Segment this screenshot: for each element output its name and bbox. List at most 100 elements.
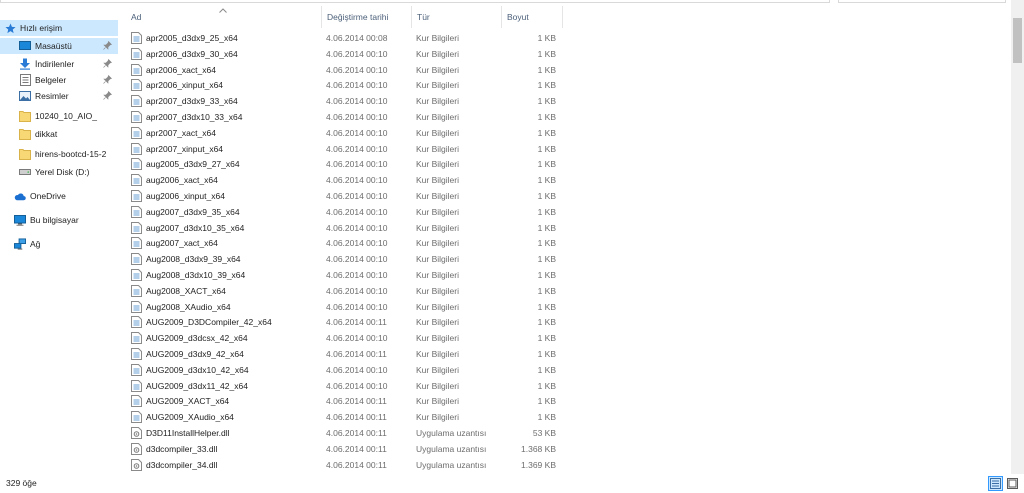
- large-icons-view-icon: [1007, 478, 1018, 489]
- file-size: 1 KB: [537, 301, 556, 312]
- file-name: aug2007_xact_x64: [146, 238, 218, 249]
- file-row[interactable]: AUG2009_XAudio_x64 4.06.2014 00:11 Kur Bil…: [128, 409, 1008, 425]
- nav-item-folder-10240[interactable]: 10240_10_AIO_: [0, 108, 118, 124]
- file-row[interactable]: aug2007_d3dx10_35_x64 4.06.2014 00:10 Kur …: [128, 220, 1008, 236]
- address-bar[interactable]: [0, 0, 830, 3]
- search-box[interactable]: [838, 0, 1006, 3]
- vertical-scrollbar[interactable]: [1011, 0, 1024, 474]
- file-size: 1 KB: [537, 364, 556, 375]
- setup-info-file-icon: [131, 395, 142, 408]
- nav-item-downloads[interactable]: İndirilenler: [0, 56, 118, 72]
- file-row[interactable]: AUG2009_d3dx11_42_x64 4.06.2014 00:10 Kur …: [128, 378, 1008, 394]
- file-type: Kur Bilgileri: [416, 112, 459, 122]
- file-date: 4.06.2014 00:11: [326, 396, 387, 407]
- nav-quick-access[interactable]: Hızlı erişim: [0, 20, 118, 36]
- file-row[interactable]: d3dcompiler_33.dll 4.06.2014 00:11 Uygulam…: [128, 441, 1008, 457]
- pin-icon[interactable]: [103, 40, 113, 50]
- column-header-size[interactable]: Boyut: [502, 6, 562, 28]
- file-row[interactable]: Aug2008_XAudio_x64 4.06.2014 00:10 Kur Bil…: [128, 299, 1008, 315]
- file-row[interactable]: AUG2009_d3dx10_42_x64 4.06.2014 00:10 Kur …: [128, 362, 1008, 378]
- file-size: 1 KB: [537, 80, 556, 91]
- file-row[interactable]: d3dcompiler_34.dll 4.06.2014 00:11 Uygulam…: [128, 457, 1008, 473]
- file-row[interactable]: AUG2009_XACT_x64 4.06.2014 00:11 Kur Bilgi…: [128, 393, 1008, 409]
- status-bar: 329 öğe: [0, 474, 1024, 493]
- file-type: Kur Bilgileri: [416, 349, 459, 359]
- file-row[interactable]: apr2007_d3dx10_33_x64 4.06.2014 00:10 Kur …: [128, 109, 1008, 125]
- nav-this-pc[interactable]: Bu bilgisayar: [0, 212, 118, 228]
- column-header-type[interactable]: Tür: [412, 6, 502, 28]
- file-row[interactable]: apr2007_d3dx9_33_x64 4.06.2014 00:10 Kur B…: [128, 93, 1008, 109]
- nav-item-documents[interactable]: Belgeler: [0, 72, 118, 88]
- scrollbar-thumb[interactable]: [1013, 18, 1022, 63]
- file-row[interactable]: AUG2009_d3dcsx_42_x64 4.06.2014 00:10 Kur …: [128, 330, 1008, 346]
- pin-icon[interactable]: [103, 58, 113, 68]
- nav-item-desktop[interactable]: Masaüstü: [0, 38, 118, 54]
- file-size: 1 KB: [537, 143, 556, 154]
- file-date: 4.06.2014 00:11: [326, 349, 387, 359]
- file-date: 4.06.2014 00:10: [326, 254, 388, 265]
- file-name: AUG2009_d3dx11_42_x64: [146, 380, 248, 391]
- file-row[interactable]: Aug2008_d3dx9_39_x64 4.06.2014 00:10 Kur B…: [128, 251, 1008, 267]
- nav-item-label: hirens-bootcd-15-2: [35, 149, 107, 159]
- file-list: apr2005_d3dx9_25_x64 4.06.2014 00:08 Kur B…: [128, 30, 1008, 474]
- file-type: Kur Bilgileri: [416, 48, 459, 59]
- file-explorer-window: Hızlı erişim Masaüstü İndirilenler Belge…: [0, 0, 1024, 493]
- nav-item-pictures[interactable]: Resimler: [0, 88, 118, 104]
- file-size: 1.368 KB: [521, 443, 556, 454]
- computer-icon: [14, 214, 26, 226]
- column-header-name[interactable]: Ad: [126, 6, 322, 28]
- file-row[interactable]: D3D11InstallHelper.dll 4.06.2014 00:11 Uyg…: [128, 425, 1008, 441]
- file-row[interactable]: Aug2008_XACT_x64 4.06.2014 00:10 Kur Bilgi…: [128, 283, 1008, 299]
- item-count: 329 öğe: [6, 478, 37, 488]
- nav-network-label: Ağ: [30, 239, 41, 249]
- nav-item-local-disk-d[interactable]: Yerel Disk (D:): [0, 164, 118, 180]
- file-row[interactable]: apr2006_d3dx9_30_x64 4.06.2014 00:10 Kur B…: [128, 46, 1008, 62]
- file-row[interactable]: aug2006_xact_x64 4.06.2014 00:10 Kur Bilgi…: [128, 172, 1008, 188]
- file-date: 4.06.2014 00:11: [326, 412, 387, 423]
- file-row[interactable]: apr2005_d3dx9_25_x64 4.06.2014 00:08 Kur B…: [128, 30, 1008, 46]
- large-icons-view-button[interactable]: [1005, 476, 1020, 491]
- file-row[interactable]: apr2006_xinput_x64 4.06.2014 00:10 Kur Bil…: [128, 77, 1008, 93]
- nav-onedrive[interactable]: OneDrive: [0, 188, 118, 204]
- details-view-button[interactable]: [988, 476, 1003, 491]
- column-header-size-label: Boyut: [507, 12, 529, 22]
- file-row[interactable]: aug2007_d3dx9_35_x64 4.06.2014 00:10 Kur B…: [128, 204, 1008, 220]
- file-row[interactable]: apr2007_xact_x64 4.06.2014 00:10 Kur Bilgi…: [128, 125, 1008, 141]
- file-row[interactable]: AUG2009_d3dx9_42_x64 4.06.2014 00:11 Kur B…: [128, 346, 1008, 362]
- file-row[interactable]: apr2007_xinput_x64 4.06.2014 00:10 Kur Bil…: [128, 141, 1008, 157]
- file-size: 1 KB: [537, 270, 556, 280]
- file-date: 4.06.2014 00:10: [326, 238, 388, 249]
- setup-info-file-icon: [131, 284, 142, 297]
- file-row[interactable]: aug2005_d3dx9_27_x64 4.06.2014 00:10 Kur B…: [128, 156, 1008, 172]
- file-row[interactable]: AUG2009_D3DCompiler_42_x64 4.06.2014 00:1…: [128, 314, 1008, 330]
- file-size: 1 KB: [537, 285, 556, 296]
- file-type: Kur Bilgileri: [416, 80, 459, 91]
- file-name: aug2007_d3dx9_35_x64: [146, 206, 240, 217]
- pin-icon[interactable]: [103, 74, 113, 84]
- file-type: Kur Bilgileri: [416, 143, 459, 154]
- nav-item-label: Resimler: [35, 91, 69, 101]
- column-divider[interactable]: [562, 6, 563, 28]
- file-row[interactable]: Aug2008_d3dx10_39_x64 4.06.2014 00:10 Kur …: [128, 267, 1008, 283]
- nav-this-pc-label: Bu bilgisayar: [30, 215, 79, 225]
- file-row[interactable]: apr2006_xact_x64 4.06.2014 00:10 Kur Bilgi…: [128, 62, 1008, 78]
- file-date: 4.06.2014 00:10: [326, 48, 388, 59]
- file-type: Kur Bilgileri: [416, 191, 459, 201]
- column-header-date[interactable]: Değiştirme tarihi: [322, 6, 412, 28]
- nav-item-folder-dikkat[interactable]: dikkat: [0, 126, 118, 142]
- pin-icon[interactable]: [103, 90, 113, 100]
- file-name: apr2007_d3dx10_33_x64: [146, 112, 243, 122]
- file-type: Kur Bilgileri: [416, 380, 459, 391]
- file-name: aug2006_xinput_x64: [146, 191, 225, 201]
- nav-item-folder-hirens[interactable]: hirens-bootcd-15-2: [0, 146, 118, 162]
- file-row[interactable]: aug2007_xact_x64 4.06.2014 00:10 Kur Bilgi…: [128, 235, 1008, 251]
- setup-info-file-icon: [131, 63, 142, 76]
- file-date: 4.06.2014 00:10: [326, 301, 388, 312]
- setup-info-file-icon: [131, 174, 142, 187]
- nav-network[interactable]: Ağ: [0, 236, 118, 252]
- file-type: Kur Bilgileri: [416, 396, 459, 407]
- file-row[interactable]: aug2006_xinput_x64 4.06.2014 00:10 Kur Bil…: [128, 188, 1008, 204]
- file-name: AUG2009_d3dcsx_42_x64: [146, 333, 248, 344]
- file-name: Aug2008_XACT_x64: [146, 285, 226, 296]
- toolbar-bottom-edge: [0, 0, 1024, 4]
